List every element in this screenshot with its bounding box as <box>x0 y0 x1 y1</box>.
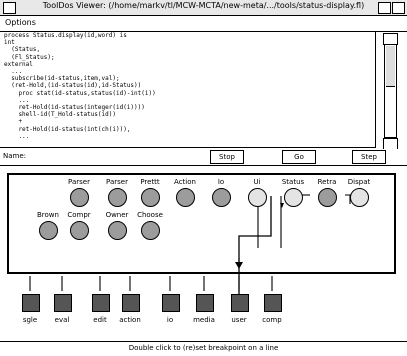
process-circle-icon[interactable] <box>70 221 89 240</box>
process-node[interactable]: Compr <box>62 211 96 241</box>
process-node[interactable]: Dispat <box>342 178 376 208</box>
code-line[interactable]: + <box>0 118 375 125</box>
code-line[interactable]: (ret-Hold,(id-status(id),id-Status)) <box>0 82 375 89</box>
status-bar: Double click to (re)set breakpoint on a … <box>0 341 407 356</box>
window-title: ToolDos Viewer: (/home/markv/tl/MCW-MCTA… <box>42 1 365 10</box>
process-node[interactable]: Parser <box>62 178 96 208</box>
process-circle-icon[interactable] <box>284 188 303 207</box>
maximize-button[interactable] <box>392 2 405 14</box>
process-circle-icon[interactable] <box>141 188 160 207</box>
process-circle-icon[interactable] <box>39 221 58 240</box>
channel-node[interactable]: eval <box>48 294 76 326</box>
channel-box-icon[interactable] <box>92 294 110 312</box>
code-line[interactable]: int <box>0 39 375 46</box>
menu-options[interactable]: Options <box>5 18 36 27</box>
channel-box-icon[interactable] <box>54 294 72 312</box>
process-label: Choose <box>137 211 163 219</box>
channel-node[interactable]: user <box>225 294 253 326</box>
stop-button[interactable]: Stop <box>210 150 244 164</box>
code-line[interactable]: shell-id(T_Hold-status(id)) <box>0 111 375 118</box>
process-circle-icon[interactable] <box>212 188 231 207</box>
channel-node[interactable]: comp <box>258 294 286 326</box>
bus-arrow-icon <box>235 262 243 269</box>
step-button[interactable]: Step <box>352 150 386 164</box>
scroll-track[interactable] <box>384 44 397 138</box>
process-circle-icon[interactable] <box>70 188 89 207</box>
code-line[interactable]: proc stat(id-status,status(id)-int(i)) <box>0 90 375 97</box>
channel-box-icon[interactable] <box>231 294 249 312</box>
scroll-thumb[interactable] <box>386 46 395 87</box>
code-line[interactable]: ... <box>0 97 375 104</box>
channel-label: action <box>119 316 141 324</box>
go-button[interactable]: Go <box>282 150 316 164</box>
control-bar: Name: Stop Go Step <box>0 149 407 166</box>
code-line[interactable]: process Status.display(id,word) is <box>0 32 375 39</box>
ui-status-to-user-line <box>238 196 272 296</box>
process-node[interactable]: Io <box>204 178 238 208</box>
vertical-scrollbar[interactable] <box>376 32 406 150</box>
channel-box-icon[interactable] <box>196 294 214 312</box>
process-circle-icon[interactable] <box>141 221 160 240</box>
code-line[interactable]: ret-Hold(id-status(integer(id(i)))) <box>0 104 375 111</box>
process-circle-icon[interactable] <box>108 188 127 207</box>
process-node[interactable]: Choose <box>133 211 167 241</box>
menu-bar: Options <box>0 16 407 32</box>
process-node[interactable]: Ui <box>240 178 274 208</box>
name-label: Name: <box>3 152 27 160</box>
channel-node[interactable]: media <box>190 294 218 326</box>
process-label: Dispat <box>347 178 371 186</box>
channel-box-icon[interactable] <box>22 294 40 312</box>
code-line[interactable]: (Status, <box>0 46 375 53</box>
viewer-window: ToolDos Viewer: (/home/markv/tl/MCW-MCTA… <box>0 0 407 356</box>
code-line[interactable]: ... <box>0 68 375 75</box>
code-line[interactable]: ... <box>0 133 375 140</box>
channel-node[interactable]: action <box>116 294 144 326</box>
minimize-button[interactable] <box>378 2 391 14</box>
process-circle-icon[interactable] <box>248 188 267 207</box>
channel-box-icon[interactable] <box>162 294 180 312</box>
channel-label: comp <box>262 316 282 324</box>
code-line[interactable]: ret-Hold(id-status(int(ch(i))), <box>0 126 375 133</box>
process-circle-icon[interactable] <box>350 188 369 207</box>
channel-node[interactable]: io <box>156 294 184 326</box>
process-circle-icon[interactable] <box>176 188 195 207</box>
channel-box-icon[interactable] <box>264 294 282 312</box>
process-node[interactable]: Action <box>168 178 202 208</box>
status-message: Double click to (re)set breakpoint on a … <box>128 344 279 352</box>
process-circle-icon[interactable] <box>318 188 337 207</box>
process-circle-icon[interactable] <box>108 221 127 240</box>
code-view[interactable]: process Status.display(id,word) is int (S… <box>0 32 376 148</box>
code-line[interactable]: subscribe(id-status,item,val); <box>0 75 375 82</box>
channel-box-icon[interactable] <box>122 294 140 312</box>
process-diagram: Parser Parser Prettt Action Io Ui Status Retra D… <box>0 166 407 341</box>
code-line[interactable]: external <box>0 61 375 68</box>
code-line[interactable]: (Fl_Status); <box>0 54 375 61</box>
title-bar[interactable]: ToolDos Viewer: (/home/markv/tl/MCW-MCTA… <box>0 0 407 16</box>
